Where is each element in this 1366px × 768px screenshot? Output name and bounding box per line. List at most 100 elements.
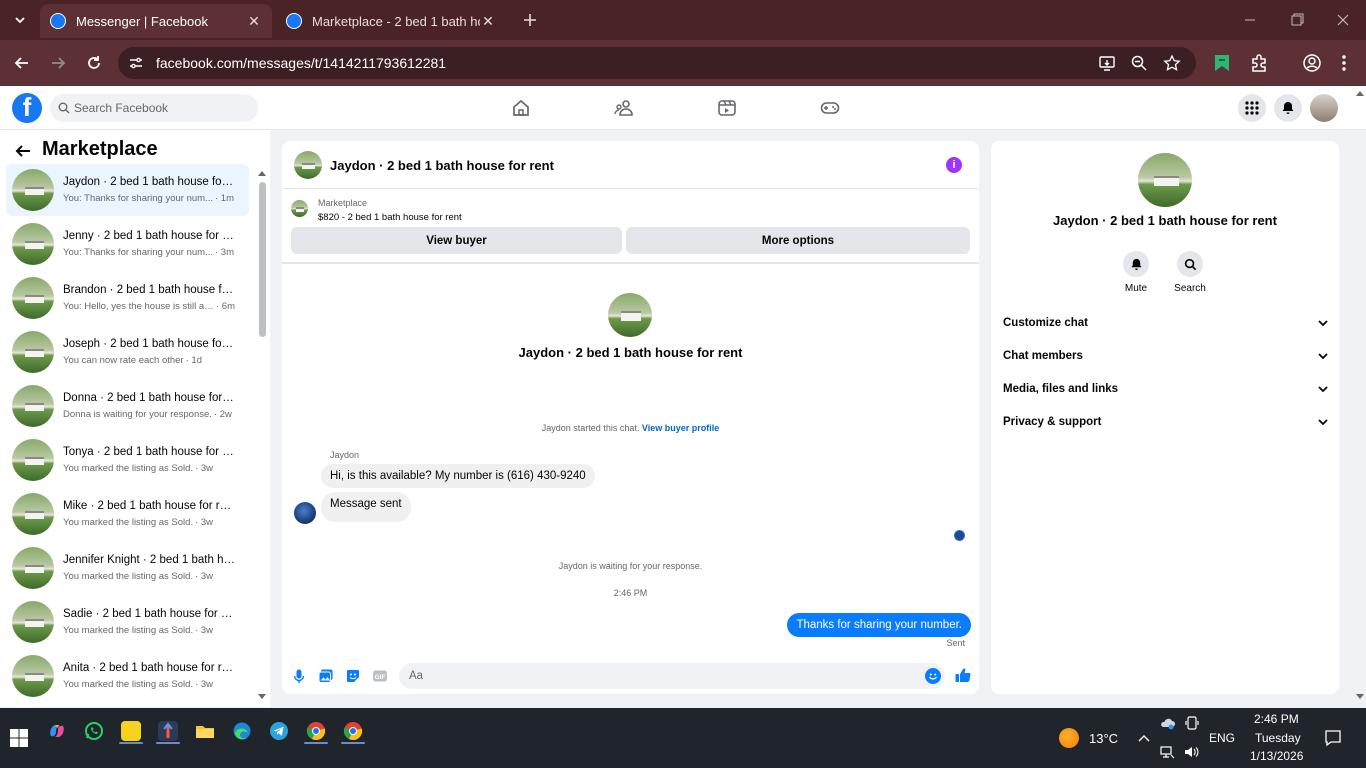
close-tab-icon[interactable]: ✕: [480, 13, 496, 29]
menu-grid-button[interactable]: [1238, 94, 1266, 122]
chrome-icon[interactable]: [306, 721, 326, 741]
sidebar-scroll-thumb[interactable]: [259, 182, 266, 337]
facebook-logo-icon[interactable]: f: [12, 93, 42, 123]
conversation-thumbnail: [12, 601, 54, 643]
more-options-button[interactable]: More options: [626, 227, 970, 254]
conversation-item[interactable]: Jennifer Knight · 2 bed 1 bath house for…: [6, 542, 249, 594]
conversation-item[interactable]: Brandon · 2 bed 1 bath house for rent You…: [6, 272, 249, 324]
notifications-button[interactable]: [1274, 94, 1302, 122]
conversation-item[interactable]: Joseph · 2 bed 1 bath house for rent You …: [6, 326, 249, 378]
weather-sun-icon[interactable]: [1059, 728, 1079, 748]
details-section[interactable]: Chat members: [1003, 346, 1329, 366]
outgoing-message[interactable]: Thanks for sharing your number.: [787, 613, 971, 637]
gaming-icon[interactable]: [820, 98, 840, 118]
copilot-icon[interactable]: [47, 721, 67, 741]
details-section[interactable]: Customize chat: [1003, 313, 1329, 333]
windows-start-icon[interactable]: [10, 729, 28, 747]
onedrive-icon[interactable]: [1159, 715, 1175, 731]
details-section[interactable]: Privacy & support: [1003, 412, 1329, 432]
conversation-item[interactable]: Donna · 2 bed 1 bath house for rent Donna…: [6, 380, 249, 432]
chevron-down-icon: [1318, 320, 1328, 327]
listing-price[interactable]: $820 - 2 bed 1 bath house for rent: [318, 212, 462, 223]
forward-icon[interactable]: [47, 52, 69, 74]
conversation-item[interactable]: Sadie · 2 bed 1 bath house for rent You m…: [6, 596, 249, 648]
device-icon[interactable]: [1184, 715, 1200, 731]
more-menu-icon[interactable]: [1333, 52, 1355, 74]
bookmark-star-icon[interactable]: [1163, 54, 1181, 72]
site-info-icon[interactable]: [128, 55, 144, 71]
conversation-item[interactable]: Anita · 2 bed 1 bath house for rent You m…: [6, 650, 249, 702]
gif-icon[interactable]: GIF: [372, 668, 388, 684]
extension-green-icon[interactable]: [1211, 52, 1233, 74]
back-icon[interactable]: [11, 52, 33, 74]
incoming-message[interactable]: Message sent: [321, 492, 411, 522]
sticky-notes-icon[interactable]: [121, 721, 141, 741]
photo-icon[interactable]: [318, 668, 334, 684]
preview-time: · 6m: [216, 301, 235, 312]
clock-day[interactable]: Tuesday: [1255, 731, 1301, 745]
search-in-chat-button[interactable]: Search: [1160, 251, 1220, 294]
sticker-icon[interactable]: [345, 668, 361, 684]
tab-messenger[interactable]: Messenger | Facebook ✕: [40, 4, 272, 38]
chat-avatar[interactable]: [294, 151, 322, 179]
conversation-item[interactable]: Jenny · 2 bed 1 bath house for rent You: …: [6, 218, 249, 270]
sender-avatar[interactable]: [294, 502, 316, 524]
language-indicator[interactable]: ENG: [1209, 731, 1235, 745]
chevron-up-icon[interactable]: [1136, 730, 1152, 746]
close-tab-icon[interactable]: ✕: [246, 13, 262, 29]
scroll-up-icon[interactable]: [1355, 90, 1365, 98]
message-input[interactable]: Aa: [399, 663, 945, 689]
install-app-icon[interactable]: [1098, 54, 1116, 72]
extensions-puzzle-icon[interactable]: [1248, 52, 1270, 74]
chat-title[interactable]: Jaydon · 2 bed 1 bath house for rent: [330, 158, 554, 173]
account-avatar[interactable]: [1310, 94, 1338, 122]
back-arrow-icon[interactable]: [14, 142, 32, 160]
conversation-item[interactable]: Mike · 2 bed 1 bath house for rent You ma…: [6, 488, 249, 540]
info-icon[interactable]: i: [946, 157, 962, 173]
minimize-icon[interactable]: [1240, 10, 1260, 30]
network-icon[interactable]: [1159, 744, 1175, 760]
like-thumb-icon[interactable]: [954, 666, 972, 684]
video-icon[interactable]: [717, 98, 737, 118]
page-scrollbar[interactable]: [1354, 86, 1366, 708]
notification-center-icon[interactable]: [1324, 729, 1342, 747]
incoming-message[interactable]: Hi, is this available? My number is (616…: [321, 464, 595, 488]
presentation-app-icon[interactable]: [158, 721, 178, 741]
file-explorer-icon[interactable]: [195, 721, 215, 741]
clock-time[interactable]: 2:46 PM: [1254, 712, 1299, 726]
zoom-icon[interactable]: [1130, 54, 1148, 72]
telegram-icon[interactable]: [269, 721, 289, 741]
address-bar[interactable]: facebook.com/messages/t/1414211793612281: [118, 47, 1196, 79]
conversation-preview: You marked the listing as Sold. · 3w: [63, 463, 235, 474]
scroll-down-icon[interactable]: [1355, 692, 1365, 700]
scroll-down-icon[interactable]: [258, 692, 266, 700]
microphone-icon[interactable]: [291, 668, 307, 684]
restore-icon[interactable]: [1287, 10, 1307, 30]
temperature[interactable]: 13°C: [1089, 731, 1118, 746]
whatsapp-icon[interactable]: [84, 721, 104, 741]
home-icon[interactable]: [511, 98, 531, 118]
search-input[interactable]: Search Facebook: [50, 94, 258, 122]
emoji-button[interactable]: [925, 668, 941, 684]
view-buyer-profile-link[interactable]: View buyer profile: [642, 423, 719, 433]
close-window-icon[interactable]: [1333, 10, 1353, 30]
new-tab-icon[interactable]: [520, 10, 540, 30]
scroll-up-icon[interactable]: [258, 170, 266, 178]
conversation-item[interactable]: Tonya · 2 bed 1 bath house for rent You m…: [6, 434, 249, 486]
details-section[interactable]: Media, files and links: [1003, 379, 1329, 399]
edge-browser-icon[interactable]: [232, 721, 252, 741]
view-buyer-button[interactable]: View buyer: [291, 227, 622, 254]
conversation-name: Tonya · 2 bed 1 bath house for rent: [63, 446, 235, 458]
clock-date[interactable]: 1/13/2026: [1250, 749, 1303, 763]
mute-button[interactable]: Mute: [1106, 251, 1166, 294]
tab-search-button[interactable]: [8, 8, 32, 32]
friends-icon[interactable]: [614, 98, 634, 118]
conversation-item[interactable]: Jaydon · 2 bed 1 bath house for rent You:…: [6, 164, 249, 216]
listing-thumbnail[interactable]: [291, 200, 308, 217]
volume-icon[interactable]: [1183, 744, 1199, 760]
tab-marketplace[interactable]: Marketplace - 2 bed 1 bath house for ren…: [276, 4, 506, 38]
chrome-profile-icon[interactable]: [343, 721, 363, 741]
profile-icon[interactable]: [1301, 52, 1323, 74]
reload-icon[interactable]: [83, 52, 105, 74]
preview-text: You marked the listing as Sold.: [63, 679, 194, 690]
